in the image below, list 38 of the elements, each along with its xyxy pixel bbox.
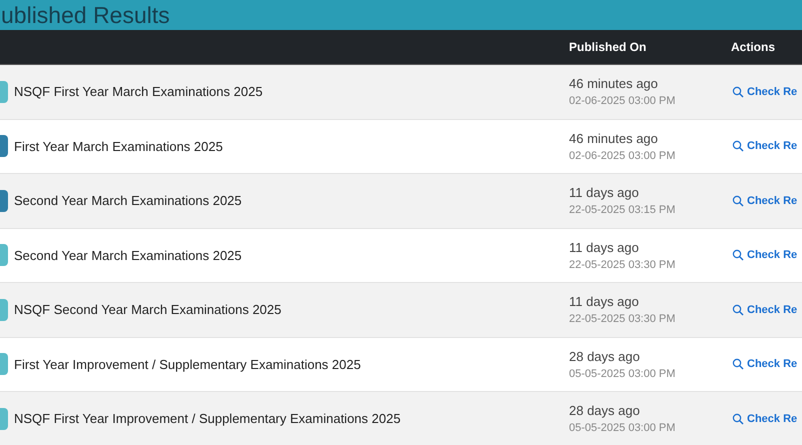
relative-time: 11 days ago bbox=[569, 294, 639, 310]
check-result-link[interactable]: Check Re bbox=[732, 140, 798, 152]
relative-time: 11 days ago bbox=[569, 185, 639, 200]
exam-name: Second Year March Examinations 2025 bbox=[14, 193, 242, 208]
search-icon bbox=[732, 358, 744, 370]
published-date: 05-05-2025 03:00 PM bbox=[569, 422, 676, 434]
exam-name: First Year Improvement / Supplementary Examinations 2025 bbox=[14, 356, 361, 372]
check-result-link[interactable]: Check Re bbox=[732, 86, 798, 98]
relative-time: 46 minutes ago bbox=[569, 130, 658, 146]
exam-name: NSQF First Year March Examinations 2025 bbox=[14, 84, 263, 100]
check-result-link[interactable]: Check Re bbox=[732, 249, 798, 262]
search-icon bbox=[732, 249, 744, 262]
published-date: 22-05-2025 03:15 PM bbox=[569, 204, 676, 216]
search-icon bbox=[732, 140, 744, 152]
relative-time: 28 days ago bbox=[569, 403, 640, 418]
published-date: 05-05-2025 03:00 PM bbox=[569, 368, 676, 380]
page-title: ublished Results bbox=[1, 2, 170, 28]
exam-name: NSQF First Year Improvement / Supplementary Examinations 2025 bbox=[14, 411, 401, 426]
relative-time: 46 minutes ago bbox=[569, 76, 658, 92]
published-date: 22-05-2025 03:30 PM bbox=[569, 313, 676, 326]
exam-name: First Year March Examinations 2025 bbox=[14, 138, 223, 154]
relative-time: 28 days ago bbox=[569, 348, 640, 364]
column-header: Actions bbox=[731, 40, 776, 54]
relative-time: 11 days ago bbox=[569, 240, 639, 255]
check-result-link[interactable]: Check Re bbox=[732, 412, 798, 425]
search-icon bbox=[732, 86, 744, 98]
search-icon bbox=[732, 304, 744, 316]
published-date: 02-06-2025 03:00 PM bbox=[569, 95, 676, 108]
search-icon bbox=[732, 194, 744, 207]
exam-name: NSQF Second Year March Examinations 2025 bbox=[14, 302, 282, 318]
published-date: 22-05-2025 03:30 PM bbox=[569, 258, 676, 271]
search-icon bbox=[732, 412, 744, 425]
column-header: Published On bbox=[569, 40, 646, 54]
check-result-link[interactable]: Check Re bbox=[732, 194, 798, 207]
check-result-link[interactable]: Check Re bbox=[732, 358, 798, 370]
published-date: 02-06-2025 03:00 PM bbox=[569, 150, 676, 162]
exam-name: Second Year March Examinations 2025 bbox=[14, 248, 242, 263]
check-result-link[interactable]: Check Re bbox=[732, 304, 798, 316]
